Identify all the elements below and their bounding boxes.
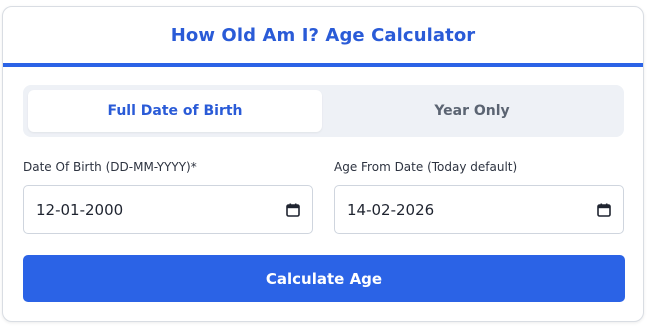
- calendar-icon[interactable]: [597, 203, 611, 217]
- page-title: How Old Am I? Age Calculator: [170, 24, 476, 46]
- age-calculator-card: How Old Am I? Age Calculator Full Date o…: [2, 6, 644, 322]
- date-of-birth-label: Date Of Birth (DD-MM-YYYY)*: [23, 160, 197, 174]
- date-of-birth-input[interactable]: 12-01-2000: [23, 185, 313, 234]
- calendar-icon[interactable]: [286, 203, 300, 217]
- tab-year-only[interactable]: Year Only: [325, 90, 619, 132]
- mode-tabs: Full Date of Birth Year Only: [23, 85, 624, 137]
- date-of-birth-value: 12-01-2000: [36, 200, 124, 219]
- calculate-age-button[interactable]: Calculate Age: [23, 255, 625, 302]
- calculator-header: How Old Am I? Age Calculator: [3, 7, 643, 67]
- age-from-date-input[interactable]: 14-02-2026: [334, 185, 624, 234]
- age-from-date-value: 14-02-2026: [347, 200, 435, 219]
- tab-full-date-of-birth[interactable]: Full Date of Birth: [28, 90, 322, 132]
- age-from-date-label: Age From Date (Today default): [334, 160, 518, 174]
